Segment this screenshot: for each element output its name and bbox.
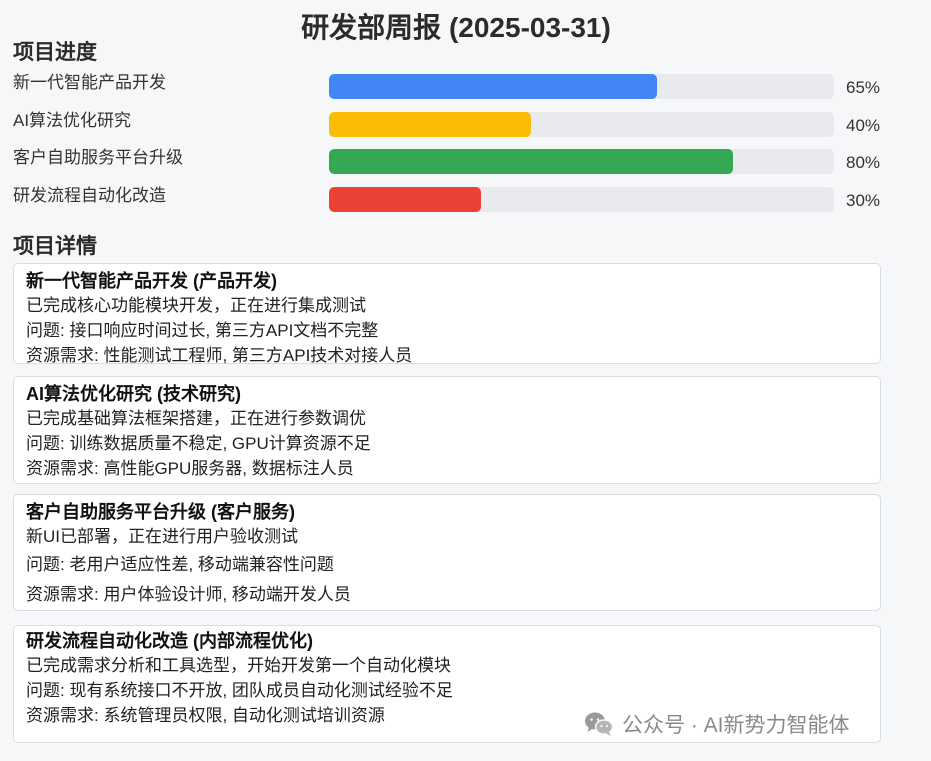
project-heading: 客户自助服务平台升级 (客户服务) bbox=[26, 502, 295, 522]
progress-percent: 80% bbox=[846, 153, 881, 172]
progress-percent: 30% bbox=[846, 191, 881, 210]
project-card: 客户自助服务平台升级 (客户服务) 新UI已部署，正在进行用户验收测试 问题: … bbox=[13, 494, 881, 611]
project-resources: 资源需求: 高性能GPU服务器, 数据标注人员 bbox=[26, 459, 354, 478]
progress-label: AI算法优化研究 bbox=[13, 111, 132, 130]
progress-bar bbox=[329, 187, 481, 212]
project-heading: 研发流程自动化改造 (内部流程优化) bbox=[26, 631, 313, 651]
project-card: 新一代智能产品开发 (产品开发) 已完成核心功能模块开发，正在进行集成测试 问题… bbox=[13, 263, 881, 365]
page-title: 研发部周报 (2025-03-31) bbox=[301, 12, 611, 43]
project-heading: 新一代智能产品开发 (产品开发) bbox=[26, 271, 277, 291]
project-heading: AI算法优化研究 (技术研究) bbox=[26, 384, 241, 404]
progress-bar bbox=[329, 112, 531, 137]
progress-row: AI算法优化研究 40% bbox=[13, 106, 913, 137]
progress-track bbox=[329, 112, 834, 137]
progress-track bbox=[329, 74, 834, 99]
project-issues: 问题: 现有系统接口不开放, 团队成员自动化测试经验不足 bbox=[26, 681, 453, 700]
wechat-icon bbox=[585, 712, 614, 736]
project-issues: 问题: 接口响应时间过长, 第三方API文档不完整 bbox=[26, 321, 379, 340]
project-status: 已完成核心功能模块开发，正在进行集成测试 bbox=[26, 296, 366, 315]
progress-row: 新一代智能产品开发 65% bbox=[13, 68, 913, 99]
progress-track bbox=[329, 187, 834, 212]
project-resources: 资源需求: 性能测试工程师, 第三方API技术对接人员 bbox=[26, 346, 413, 365]
progress-percent: 40% bbox=[846, 116, 881, 135]
progress-bar bbox=[329, 74, 658, 99]
details-section-title: 项目详情 bbox=[13, 235, 97, 258]
progress-section-title: 项目进度 bbox=[13, 41, 97, 64]
progress-track bbox=[329, 149, 834, 174]
project-status: 已完成需求分析和工具选型，开始开发第一个自动化模块 bbox=[26, 656, 451, 675]
progress-row: 研发流程自动化改造 30% bbox=[13, 181, 913, 212]
progress-bar bbox=[329, 149, 733, 174]
project-issues: 问题: 训练数据质量不稳定, GPU计算资源不足 bbox=[26, 434, 371, 453]
progress-row: 客户自助服务平台升级 80% bbox=[13, 143, 913, 174]
progress-percent: 65% bbox=[846, 78, 881, 97]
project-status: 新UI已部署，正在进行用户验收测试 bbox=[26, 527, 298, 546]
project-card: AI算法优化研究 (技术研究) 已完成基础算法框架搭建，正在进行参数调优 问题:… bbox=[13, 376, 881, 484]
project-resources: 资源需求: 用户体验设计师, 移动端开发人员 bbox=[26, 585, 351, 604]
watermark: 公众号 · AI新势力智能体 bbox=[584, 708, 850, 740]
project-status: 已完成基础算法框架搭建，正在进行参数调优 bbox=[26, 409, 366, 428]
progress-label: 新一代智能产品开发 bbox=[13, 73, 166, 92]
watermark-text: 公众号 · AI新势力智能体 bbox=[622, 714, 850, 737]
progress-label: 研发流程自动化改造 bbox=[13, 186, 166, 205]
progress-label: 客户自助服务平台升级 bbox=[13, 148, 183, 167]
project-issues: 问题: 老用户适应性差, 移动端兼容性问题 bbox=[26, 555, 334, 574]
